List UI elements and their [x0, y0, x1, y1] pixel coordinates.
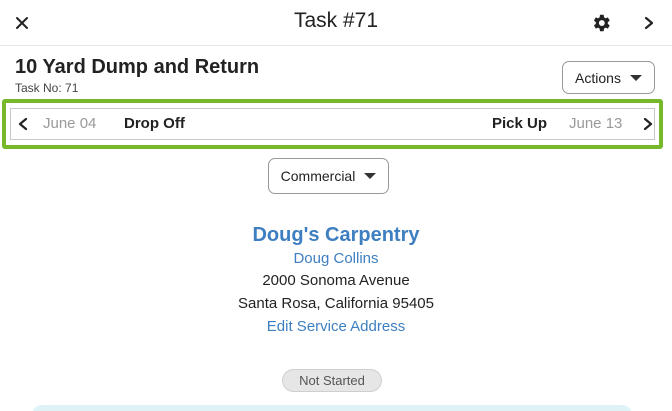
gear-icon[interactable] [586, 9, 616, 37]
actions-button[interactable]: Actions [562, 61, 655, 94]
chevron-right-icon[interactable] [636, 9, 662, 37]
pick-up-label: Pick Up [492, 115, 548, 132]
address-line-2: Santa Rosa, California 95405 [238, 295, 434, 312]
drop-off-label: Drop Off [124, 115, 185, 132]
date-navigation-bar: June 04 Drop Off Pick Up June 13 [10, 108, 655, 140]
caret-down-icon [629, 74, 642, 81]
address-line-1: 2000 Sonoma Avenue [262, 272, 410, 289]
info-panel [32, 405, 632, 411]
pick-up-date[interactable]: June 13 [569, 109, 622, 137]
task-title: 10 Yard Dump and Return [15, 56, 260, 78]
chevron-right-icon[interactable] [639, 115, 657, 133]
customer-type-dropdown[interactable]: Commercial [268, 158, 389, 194]
chevron-left-icon[interactable] [14, 115, 32, 133]
company-name: Doug's Carpentry [252, 224, 420, 246]
edit-service-address-link[interactable]: Edit Service Address [0, 318, 672, 335]
customer-type-value: Commercial [280, 168, 356, 184]
top-bar: Task #71 [0, 0, 672, 46]
task-number: Task No: 71 [15, 81, 79, 95]
status-badge: Not Started [282, 369, 382, 392]
page-title: Task #71 [293, 9, 379, 32]
caret-down-icon [364, 173, 377, 179]
actions-label: Actions [575, 69, 621, 86]
drop-off-date[interactable]: June 04 [43, 109, 96, 137]
contact-name-link[interactable]: Doug Collins [0, 250, 672, 267]
date-navigation: June 04 Drop Off Pick Up June 13 [2, 99, 663, 149]
